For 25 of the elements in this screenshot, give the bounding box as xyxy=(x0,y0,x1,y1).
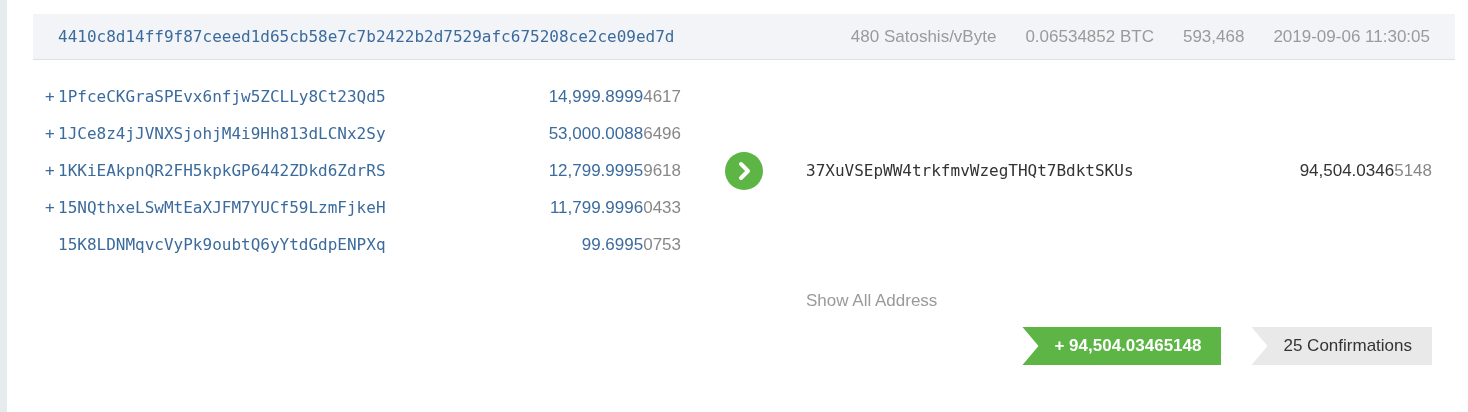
total-amount-ribbon: + 94,504.03465148 xyxy=(1022,327,1222,365)
amount: 12,799.99959618 xyxy=(548,160,681,181)
amount: 94,504.03465148 xyxy=(1299,160,1432,181)
input-address[interactable]: 15NQthxeLSwMtEaXJFM7YUCf59LzmFjkeH xyxy=(58,198,386,217)
amount: 53,000.00886496 xyxy=(548,123,681,144)
amount: 14,999.89994617 xyxy=(548,86,681,107)
block-height: 593,468 xyxy=(1182,26,1245,47)
transaction-hash[interactable]: 4410c8d14ff9f87ceeed1d65cb58e7c7b2422b2d7529afc675208ce2ce09ed7d xyxy=(58,27,822,46)
timestamp: 2019-09-06 11:30:05 xyxy=(1273,26,1430,47)
input-address[interactable]: 1KKiEAkpnQR2FH5kpkGP6442ZDkd6ZdrRS xyxy=(58,161,386,180)
fee: 0.06534852 BTC xyxy=(1025,26,1154,47)
output-address[interactable]: 37XuVSEpWW4trkfmvWzegTHQt7BdktSKUs xyxy=(806,161,1134,180)
confirmations-ribbon: 25 Confirmations xyxy=(1251,327,1432,365)
input-address[interactable]: 1JCe8z4jJVNXSjohjM4i9Hh813dLCNx2Sy xyxy=(58,124,386,143)
expand-toggle[interactable]: + xyxy=(45,87,58,106)
expand-toggle[interactable]: + xyxy=(45,161,58,180)
arrow-right-icon xyxy=(724,151,763,190)
input-address[interactable]: 1PfceCKGraSPEvx6nfjw5ZCLLy8Ct23Qd5 xyxy=(58,87,386,106)
amount: 99.69950753 xyxy=(581,234,681,255)
expand-toggle[interactable]: + xyxy=(45,198,58,217)
input-address[interactable]: 15K8LDNMqvcVyPk9oubtQ6yYtdGdpENPXq xyxy=(58,235,386,254)
fee-rate: 480 Satoshis/vByte xyxy=(850,26,997,47)
amount: 11,799.99960433 xyxy=(549,197,681,218)
expand-toggle[interactable]: + xyxy=(45,124,58,143)
show-all-link[interactable]: Show All Address xyxy=(806,291,1455,311)
